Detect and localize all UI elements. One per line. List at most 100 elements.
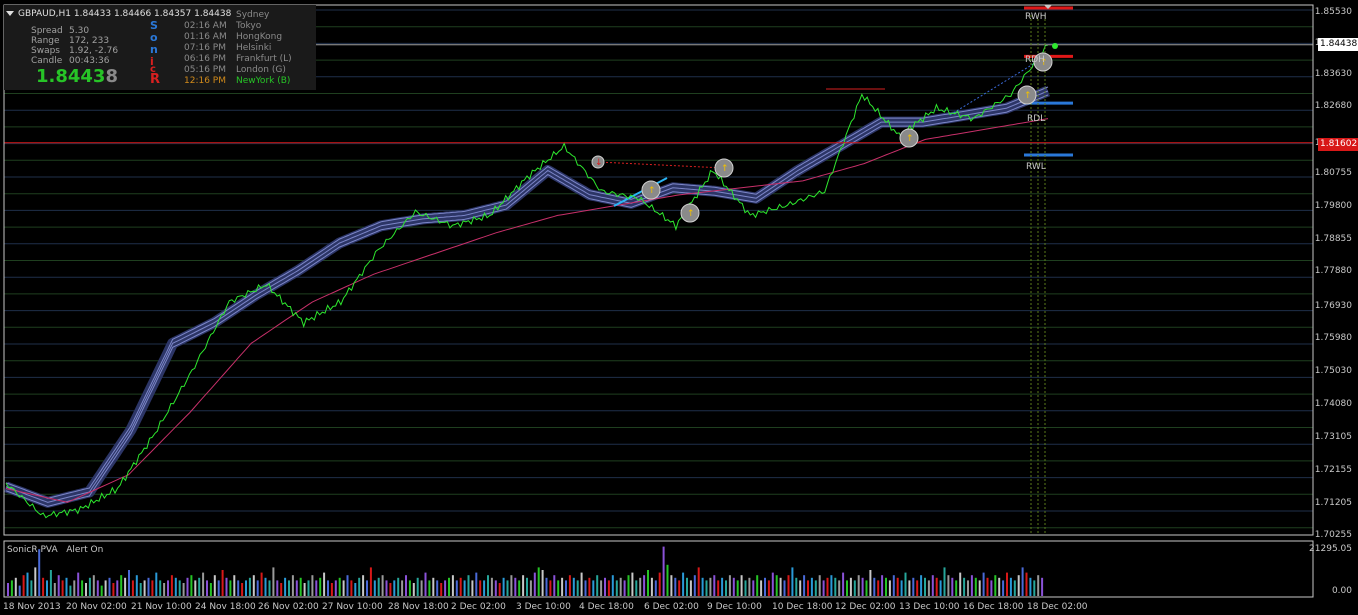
volume-bar <box>209 583 212 596</box>
volume-bar <box>518 580 521 596</box>
volume-bar <box>529 580 532 596</box>
volume-bar <box>475 572 478 596</box>
stat-value: 5.30 <box>69 26 90 36</box>
volume-bar <box>408 580 411 596</box>
indicator-name: SonicR PVA <box>7 545 58 555</box>
marker-arrow-icon: ↑ <box>906 134 914 144</box>
volume-bar <box>366 580 368 596</box>
volume-bar <box>647 570 649 596</box>
volume-bar <box>572 577 575 596</box>
volume-bar <box>717 580 720 596</box>
volume-bar <box>30 580 33 596</box>
price-axis-label: 1.75030 <box>1314 366 1352 376</box>
volume-bar <box>963 577 966 596</box>
volume-bar <box>607 580 610 596</box>
volume-bar <box>861 577 864 596</box>
price-axis-label: 1.75980 <box>1314 333 1352 343</box>
volume-bar <box>541 570 544 596</box>
volume-bar <box>725 580 727 596</box>
volume-bar <box>713 575 716 596</box>
volume-bar <box>1037 575 1040 596</box>
price-axis-label: 1.77880 <box>1314 266 1352 276</box>
volume-bar <box>128 570 130 596</box>
volume-bar <box>159 580 162 596</box>
volume-axis-min: 0.00 <box>1331 586 1352 596</box>
volume-bar <box>393 580 396 596</box>
volume-bar <box>623 580 626 596</box>
bid-price-tag: 1.84438 <box>1318 38 1358 51</box>
session-city: Sydney <box>236 10 270 20</box>
volume-bar <box>190 575 193 596</box>
time-axis-label: 28 Nov 18:00 <box>388 602 449 612</box>
sonic-letter-r: R <box>150 72 161 87</box>
volume-bar <box>73 580 76 596</box>
volume-bar <box>553 575 556 596</box>
volume-bar <box>732 577 735 596</box>
stat-range: Range 172, 233 <box>31 36 109 46</box>
volume-bar <box>483 580 486 596</box>
time-axis-label: 24 Nov 18:00 <box>195 602 256 612</box>
volume-bar <box>611 575 614 596</box>
sonic-dragon-band <box>3 85 1051 508</box>
volume-bar <box>22 575 25 596</box>
stat-label: Candle <box>31 56 63 66</box>
volume-bar <box>428 580 431 596</box>
time-axis-label: 2 Dec 02:00 <box>451 602 506 612</box>
volume-bar <box>448 577 450 596</box>
volume-bar <box>412 583 415 596</box>
volume-bar <box>658 572 661 596</box>
stat-candle: Candle 00:43:36 <box>31 56 109 66</box>
volume-bar <box>295 580 298 596</box>
volume-bar <box>697 567 700 596</box>
volume-bar <box>451 575 454 596</box>
symbol-header[interactable]: GBPAUD,H1 1.84433 1.84466 1.84357 1.8443… <box>6 9 231 19</box>
session-city: NewYork (B) <box>236 76 291 86</box>
collapse-triangle-icon[interactable] <box>6 11 14 16</box>
volume-bar <box>686 577 688 596</box>
volume-bar <box>260 572 263 596</box>
volume-bar <box>85 583 87 596</box>
volume-bar <box>744 580 747 596</box>
price-series <box>5 44 1049 519</box>
price-axis-label: 1.79800 <box>1314 201 1352 211</box>
volume-bar <box>354 583 357 596</box>
band-upper <box>5 86 1049 499</box>
volume-bar <box>34 567 37 596</box>
volume-bar <box>303 583 306 596</box>
time-axis-label: 21 Nov 10:00 <box>131 602 192 612</box>
volume-bar <box>830 575 833 596</box>
volume-bar <box>233 575 236 596</box>
volume-bar <box>873 577 876 596</box>
volume-bar <box>834 577 837 596</box>
volume-bar <box>818 575 821 596</box>
volume-bar <box>951 577 954 596</box>
stat-label: Swaps <box>31 46 60 56</box>
rwh-label: RWH <box>1025 12 1047 22</box>
volume-bar <box>779 577 782 596</box>
volume-bar <box>467 575 470 596</box>
volume-bar <box>143 580 146 596</box>
volume-bar <box>206 580 208 596</box>
session-time: 07:16 PM <box>184 43 226 53</box>
volume-bar <box>100 585 103 596</box>
time-axis-label: 10 Dec 18:00 <box>772 602 833 612</box>
volume-bar <box>728 575 731 596</box>
volume-bar <box>619 577 622 596</box>
session-city: Helsinki <box>236 43 272 53</box>
volume-bar <box>327 580 329 596</box>
volume-bar <box>814 580 817 596</box>
volume-bar <box>112 583 115 596</box>
volume-bar <box>998 577 1001 596</box>
volume-bar <box>194 580 197 596</box>
price-main: 1.8443 <box>36 66 106 87</box>
volume-bar <box>369 567 372 596</box>
volume-bar <box>502 577 505 596</box>
volume-bar <box>436 580 439 596</box>
volume-bar <box>908 580 911 596</box>
time-axis-label: 18 Dec 02:00 <box>1027 602 1088 612</box>
volume-bar <box>471 580 474 596</box>
volume-pane-border <box>3 540 1314 598</box>
marker-arrow-icon: ↑ <box>648 186 656 196</box>
volume-bar <box>315 580 318 596</box>
volume-bar <box>299 577 302 596</box>
